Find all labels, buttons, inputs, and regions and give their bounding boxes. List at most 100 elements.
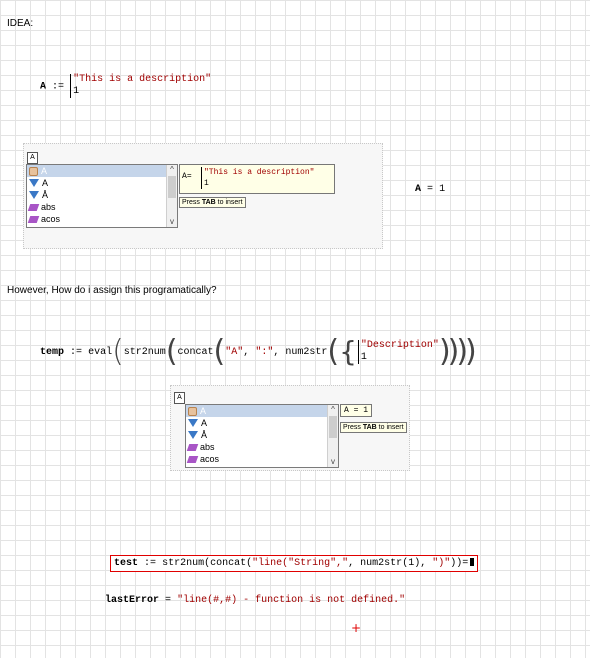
scroll-down-icon[interactable]: v bbox=[328, 457, 338, 467]
list-item[interactable]: A bbox=[27, 177, 177, 189]
preview-tooltip-2: A = 1 bbox=[340, 404, 373, 417]
crosshair-cursor: + bbox=[351, 621, 362, 635]
error-message: "line(#,#) - function is not defined." bbox=[177, 595, 406, 606]
list-item-label: Å bbox=[42, 190, 49, 200]
preview-description: "This is a description" bbox=[204, 168, 315, 177]
result-variable: A bbox=[415, 184, 422, 195]
list-item-label: A bbox=[201, 418, 208, 428]
list-item-label: acos bbox=[41, 214, 61, 224]
paren-close-group: )))) bbox=[438, 334, 477, 369]
scroll-thumb[interactable] bbox=[168, 176, 176, 198]
preview-operator: = bbox=[186, 172, 192, 181]
assign-operator: := bbox=[52, 81, 65, 93]
temp-expression[interactable]: temp := eval (str2num (concat ("A", ":",… bbox=[40, 332, 477, 372]
string-arg-a: "A" bbox=[225, 346, 244, 358]
list-item[interactable]: abs bbox=[186, 441, 338, 453]
definition-region-a[interactable]: A := "This is a description" 1 bbox=[40, 74, 211, 98]
question-text: However, How do i assign this programati… bbox=[7, 285, 217, 296]
builtin-function-icon bbox=[27, 203, 40, 211]
builtin-function-icon bbox=[27, 215, 40, 223]
scroll-down-icon[interactable]: v bbox=[167, 217, 177, 227]
separator: , bbox=[243, 346, 250, 358]
list-item-label: abs bbox=[200, 442, 215, 452]
description-string: "Description" bbox=[360, 340, 439, 351]
function-concat: concat bbox=[210, 558, 247, 569]
function-icon bbox=[188, 431, 198, 439]
list-item[interactable]: abs bbox=[27, 201, 177, 213]
separator: , bbox=[420, 558, 427, 569]
result-region-a[interactable]: A = 1 bbox=[415, 184, 445, 195]
paren-open: ( bbox=[112, 334, 124, 369]
description-matrix: "This is a description" 1 bbox=[70, 74, 211, 98]
list-item[interactable]: Å bbox=[27, 189, 177, 201]
placeholder-cursor[interactable] bbox=[470, 558, 475, 567]
scrollbar[interactable]: ^ v bbox=[327, 405, 338, 467]
assign-operator: := bbox=[144, 558, 157, 569]
description-matrix-2: "Description" 1 bbox=[357, 340, 439, 364]
list-item[interactable]: A bbox=[186, 405, 338, 417]
hint-key: TAB bbox=[201, 199, 216, 206]
list-item[interactable]: A bbox=[186, 417, 338, 429]
description-string: "This is a description" bbox=[73, 74, 212, 85]
autocomplete-panel-1: A A A Å abs acos ^ v A= "This is a descr… bbox=[23, 143, 383, 249]
function-str2num: str2num bbox=[162, 558, 205, 569]
insert-hint-1: Press TAB to insert bbox=[179, 197, 246, 208]
list-item-label: acos bbox=[200, 454, 220, 464]
brace-open: { bbox=[339, 335, 357, 368]
list-item-label: A bbox=[41, 166, 48, 176]
scrollbar[interactable]: ^ v bbox=[166, 165, 177, 227]
function-num2str: num2str bbox=[360, 558, 403, 569]
test-expression[interactable]: test := str2num(concat("line("String",",… bbox=[110, 555, 479, 572]
scroll-up-icon[interactable]: ^ bbox=[167, 165, 177, 175]
string-arg-close: ")" bbox=[432, 558, 451, 569]
variable-a: A bbox=[40, 81, 47, 93]
preview-tooltip-1: A= "This is a description" 1 bbox=[179, 164, 335, 194]
function-eval: eval bbox=[88, 346, 113, 358]
number-arg: 1 bbox=[408, 558, 415, 569]
autocomplete-list-1[interactable]: A A Å abs acos ^ v bbox=[26, 164, 178, 228]
function-icon bbox=[29, 179, 39, 187]
list-item[interactable]: acos bbox=[27, 213, 177, 225]
list-item-label: A bbox=[42, 178, 49, 188]
variable-icon bbox=[188, 406, 197, 416]
function-num2str: num2str bbox=[285, 346, 328, 358]
autocomplete-list-2[interactable]: A A Å abs acos ^ v bbox=[185, 404, 339, 468]
separator: , bbox=[348, 558, 355, 569]
list-item[interactable]: acos bbox=[186, 453, 338, 465]
paren-open: ( bbox=[165, 334, 178, 369]
scroll-thumb[interactable] bbox=[329, 416, 337, 438]
assign-operator: := bbox=[70, 346, 83, 358]
evaluation-operator: = bbox=[165, 595, 172, 606]
result-value: 1 bbox=[439, 184, 446, 195]
function-icon bbox=[188, 419, 198, 427]
list-item[interactable]: A bbox=[27, 165, 177, 177]
string-arg-line: "line("String"," bbox=[252, 558, 349, 569]
hint-text: Press bbox=[343, 424, 363, 431]
string-arg-colon: ":" bbox=[255, 346, 274, 358]
variable-temp: temp bbox=[40, 346, 65, 358]
builtin-function-icon bbox=[186, 443, 199, 451]
function-concat: concat bbox=[177, 346, 214, 358]
insertion-cursor-icon: A bbox=[27, 152, 38, 164]
function-str2num: str2num bbox=[123, 346, 166, 358]
variable-icon bbox=[29, 166, 38, 176]
paren-open: ( bbox=[213, 334, 226, 369]
hint-key: TAB bbox=[362, 424, 377, 431]
last-error-label: lastError bbox=[105, 595, 160, 606]
idea-label: IDEA: bbox=[7, 18, 34, 29]
paren-open: ( bbox=[327, 334, 340, 369]
scroll-up-icon[interactable]: ^ bbox=[328, 405, 338, 415]
hint-text: to insert bbox=[376, 424, 404, 431]
evaluation-operator: = bbox=[462, 558, 469, 569]
separator: , bbox=[273, 346, 280, 358]
hint-text: Press bbox=[182, 199, 202, 206]
matrix-value-1: 1 bbox=[360, 352, 367, 363]
hint-text: to insert bbox=[215, 199, 243, 206]
list-item[interactable]: Å bbox=[186, 429, 338, 441]
preview-value: 1 bbox=[204, 179, 209, 188]
insert-hint-2: Press TAB to insert bbox=[340, 422, 407, 433]
list-item-label: abs bbox=[41, 202, 56, 212]
last-error-expression: lastError = "line(#,#) - function is not… bbox=[105, 595, 405, 606]
builtin-function-icon bbox=[186, 455, 199, 463]
list-item-label: A bbox=[200, 406, 207, 416]
